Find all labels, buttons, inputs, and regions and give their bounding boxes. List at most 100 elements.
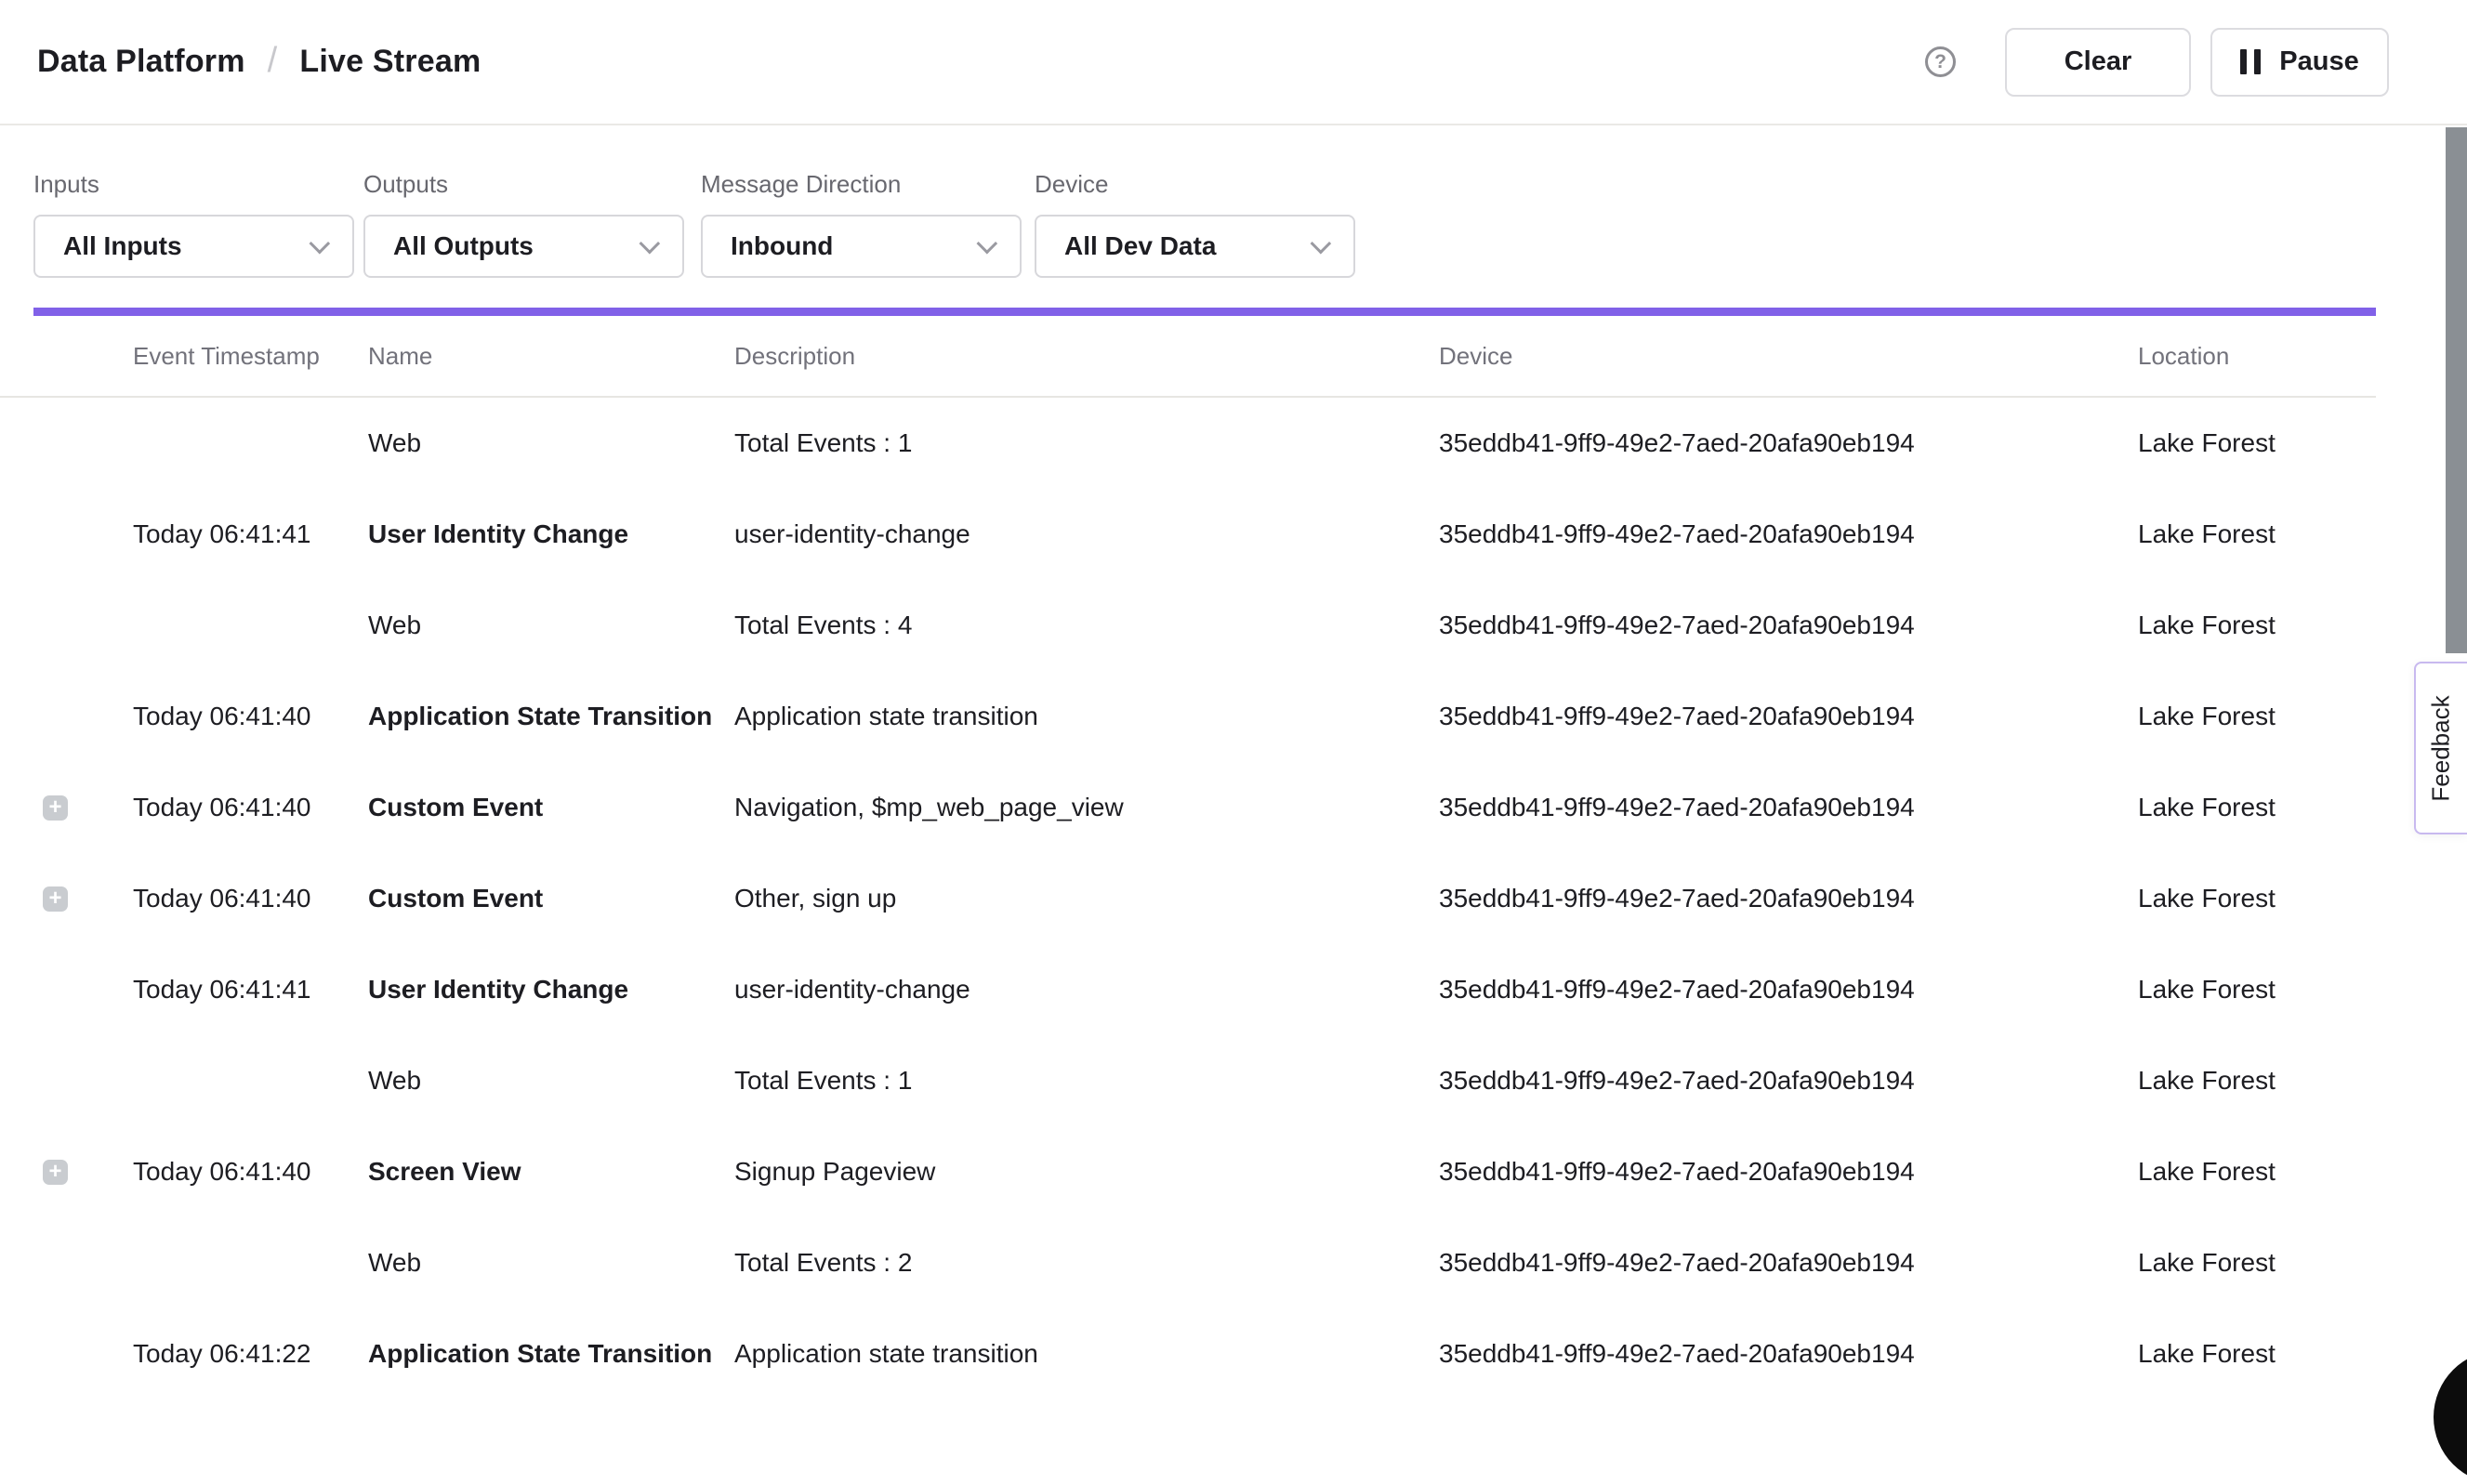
- page-title: Live Stream: [299, 44, 481, 80]
- event-location: Lake Forest: [2138, 1066, 2376, 1096]
- filter-inputs-label: Inputs: [33, 170, 354, 199]
- event-name: User Identity Change: [368, 975, 734, 1005]
- event-location: Lake Forest: [2138, 884, 2376, 913]
- filter-outputs-label: Outputs: [363, 170, 684, 199]
- column-header-event-timestamp: Event Timestamp: [133, 342, 368, 371]
- event-name: User Identity Change: [368, 519, 734, 549]
- accent-divider: [33, 308, 2376, 316]
- inputs-dropdown[interactable]: All Inputs: [33, 215, 354, 278]
- feedback-tab-label: Feedback: [2427, 695, 2456, 801]
- event-name: Web: [368, 611, 734, 640]
- event-description: user-identity-change: [734, 975, 1439, 1005]
- feedback-tab[interactable]: Feedback: [2414, 662, 2467, 834]
- event-device: 35eddb41-9ff9-49e2-7aed-20afa90eb194: [1439, 519, 2138, 549]
- event-timestamp: Today 06:41:40: [133, 1157, 368, 1187]
- event-timestamp: Today 06:41:40: [133, 884, 368, 913]
- event-name: Web: [368, 1066, 734, 1096]
- chevron-down-icon: [1311, 233, 1332, 255]
- filter-message-direction-label: Message Direction: [701, 170, 1022, 199]
- table-row: + Today 06:41:40Custom EventOther, sign u…: [0, 853, 2376, 944]
- message-direction-dropdown[interactable]: Inbound: [701, 215, 1022, 278]
- event-device: 35eddb41-9ff9-49e2-7aed-20afa90eb194: [1439, 793, 2138, 822]
- breadcrumb-section[interactable]: Data Platform: [37, 44, 245, 80]
- outputs-dropdown-value: All Outputs: [393, 231, 534, 261]
- event-timestamp: Today 06:41:41: [133, 975, 368, 1005]
- topbar: Data Platform / Live Stream ? Clear Paus…: [0, 0, 2467, 125]
- chevron-down-icon: [310, 233, 331, 255]
- outputs-dropdown[interactable]: All Outputs: [363, 215, 684, 278]
- filter-message-direction: Message Direction Inbound: [701, 170, 1022, 278]
- table-row: Today 06:41:41User Identity Changeuser-i…: [0, 944, 2376, 1035]
- pause-button-label: Pause: [2279, 46, 2358, 77]
- breadcrumb: Data Platform / Live Stream: [37, 42, 481, 82]
- event-timestamp: Today 06:41:22: [133, 1339, 368, 1369]
- column-header-name: Name: [368, 342, 734, 371]
- event-description: Application state transition: [734, 702, 1439, 731]
- column-header-device: Device: [1439, 342, 2138, 371]
- event-location: Lake Forest: [2138, 975, 2376, 1005]
- event-name: Application State Transition: [368, 702, 734, 731]
- event-description: user-identity-change: [734, 519, 1439, 549]
- event-device: 35eddb41-9ff9-49e2-7aed-20afa90eb194: [1439, 1248, 2138, 1278]
- filter-inputs: Inputs All Inputs: [33, 170, 354, 278]
- help-icon[interactable]: ?: [1925, 46, 1956, 77]
- event-description: Total Events : 4: [734, 611, 1439, 640]
- filter-device-label: Device: [1035, 170, 1355, 199]
- table-row: Today 06:41:40Application State Transiti…: [0, 671, 2376, 762]
- event-device: 35eddb41-9ff9-49e2-7aed-20afa90eb194: [1439, 1157, 2138, 1187]
- vertical-scrollbar-thumb[interactable]: [2446, 127, 2467, 653]
- event-name: Application State Transition: [368, 1339, 734, 1369]
- event-description: Navigation, $mp_web_page_view: [734, 793, 1439, 822]
- topbar-actions: ? Clear Pause: [1925, 28, 2389, 97]
- event-description: Other, sign up: [734, 884, 1439, 913]
- filter-outputs: Outputs All Outputs: [363, 170, 684, 278]
- event-name: Custom Event: [368, 884, 734, 913]
- event-device: 35eddb41-9ff9-49e2-7aed-20afa90eb194: [1439, 611, 2138, 640]
- event-name: Web: [368, 1248, 734, 1278]
- event-timestamp: Today 06:41:40: [133, 793, 368, 822]
- table-row: WebTotal Events : 135eddb41-9ff9-49e2-7a…: [0, 398, 2376, 489]
- chat-bubble-icon[interactable]: [2434, 1350, 2467, 1484]
- filter-device: Device All Dev Data: [1035, 170, 1355, 278]
- pause-icon: [2240, 49, 2261, 74]
- expand-row-button[interactable]: +: [43, 886, 68, 912]
- table-row: Today 06:41:41User Identity Changeuser-i…: [0, 489, 2376, 580]
- event-device: 35eddb41-9ff9-49e2-7aed-20afa90eb194: [1439, 702, 2138, 731]
- event-location: Lake Forest: [2138, 702, 2376, 731]
- event-location: Lake Forest: [2138, 1248, 2376, 1278]
- column-header-location: Location: [2138, 342, 2376, 371]
- table-row: + Today 06:41:40Screen ViewSignup Pagevie…: [0, 1126, 2376, 1217]
- event-description: Application state transition: [734, 1339, 1439, 1369]
- table-row: WebTotal Events : 235eddb41-9ff9-49e2-7a…: [0, 1217, 2376, 1308]
- table-header-row: Event Timestamp Name Description Device …: [0, 316, 2376, 398]
- pause-button[interactable]: Pause: [2210, 28, 2389, 97]
- event-location: Lake Forest: [2138, 611, 2376, 640]
- event-name: Web: [368, 428, 734, 458]
- event-description: Total Events : 1: [734, 1066, 1439, 1096]
- event-location: Lake Forest: [2138, 519, 2376, 549]
- device-dropdown-value: All Dev Data: [1064, 231, 1216, 261]
- event-timestamp: Today 06:41:40: [133, 702, 368, 731]
- event-location: Lake Forest: [2138, 1339, 2376, 1369]
- event-device: 35eddb41-9ff9-49e2-7aed-20afa90eb194: [1439, 975, 2138, 1005]
- event-name: Custom Event: [368, 793, 734, 822]
- event-location: Lake Forest: [2138, 428, 2376, 458]
- event-description: Total Events : 2: [734, 1248, 1439, 1278]
- device-dropdown[interactable]: All Dev Data: [1035, 215, 1355, 278]
- expand-row-button[interactable]: +: [43, 1160, 68, 1185]
- table-row: + Today 06:41:40Custom EventNavigation, $…: [0, 762, 2376, 853]
- event-description: Signup Pageview: [734, 1157, 1439, 1187]
- event-location: Lake Forest: [2138, 1157, 2376, 1187]
- live-stream-table: Event Timestamp Name Description Device …: [0, 316, 2376, 1399]
- event-device: 35eddb41-9ff9-49e2-7aed-20afa90eb194: [1439, 1066, 2138, 1096]
- event-rows: WebTotal Events : 135eddb41-9ff9-49e2-7a…: [0, 398, 2376, 1399]
- event-device: 35eddb41-9ff9-49e2-7aed-20afa90eb194: [1439, 884, 2138, 913]
- event-name: Screen View: [368, 1157, 734, 1187]
- expand-row-button[interactable]: +: [43, 795, 68, 821]
- inputs-dropdown-value: All Inputs: [63, 231, 182, 261]
- message-direction-dropdown-value: Inbound: [731, 231, 833, 261]
- clear-button[interactable]: Clear: [2005, 28, 2191, 97]
- table-row: WebTotal Events : 435eddb41-9ff9-49e2-7a…: [0, 580, 2376, 671]
- event-location: Lake Forest: [2138, 793, 2376, 822]
- breadcrumb-separator-icon: /: [268, 41, 278, 81]
